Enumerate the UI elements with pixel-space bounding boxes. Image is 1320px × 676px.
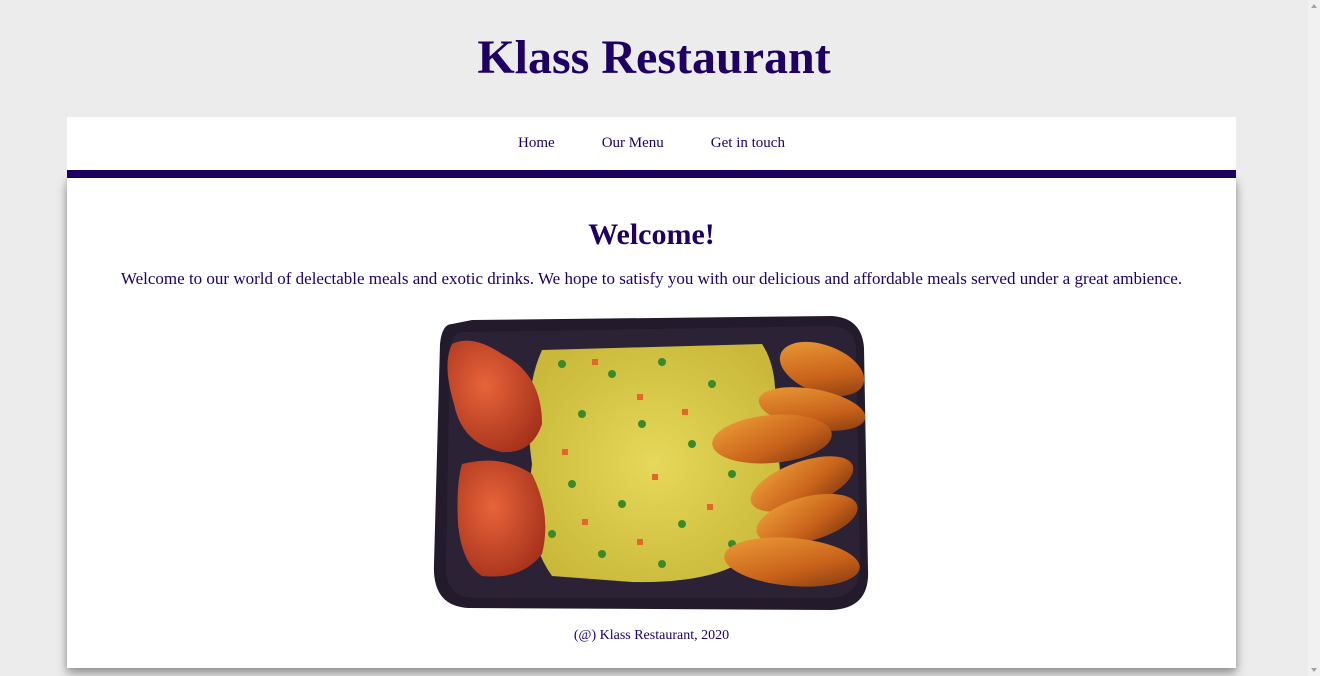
main-nav: Home Our Menu Get in touch — [67, 117, 1236, 178]
welcome-intro: Welcome to our world of delectable meals… — [120, 269, 1183, 288]
scroll-down-icon[interactable] — [1311, 668, 1317, 672]
page-scrollbar[interactable] — [1308, 0, 1320, 676]
jollof-rice-plate-image — [433, 316, 869, 610]
scroll-up-icon[interactable] — [1311, 4, 1317, 8]
welcome-card: Welcome! Welcome to our world of delecta… — [67, 178, 1236, 668]
welcome-heading: Welcome! — [588, 218, 715, 251]
nav-link-get-in-touch[interactable]: Get in touch — [711, 135, 785, 152]
site-title: Klass Restaurant — [477, 31, 831, 84]
nav-link-our-menu[interactable]: Our Menu — [602, 135, 664, 152]
footer-copyright: (@) Klass Restaurant, 2020 — [573, 628, 730, 643]
nav-link-home[interactable]: Home — [518, 135, 555, 152]
